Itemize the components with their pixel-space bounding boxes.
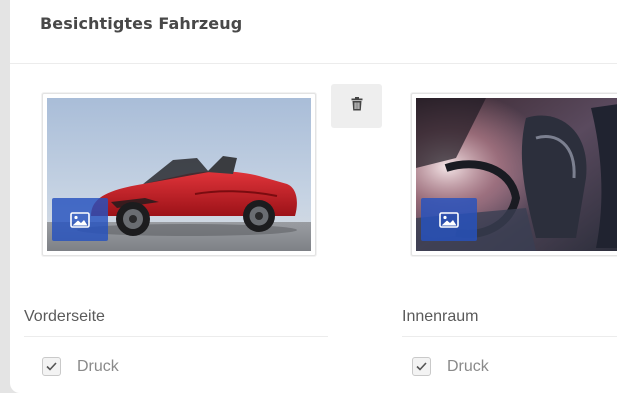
image-icon	[439, 211, 459, 228]
image-icon-button[interactable]	[52, 198, 108, 241]
divider	[24, 336, 328, 337]
print-label-interior: Druck	[447, 357, 489, 375]
print-label-front: Druck	[77, 357, 119, 375]
vehicle-panel: Besichtigtes Fahrzeug Vorderseite Innenr…	[10, 0, 617, 393]
section-title: Besichtigtes Fahrzeug	[40, 14, 243, 33]
print-checkbox-interior[interactable]	[412, 357, 431, 376]
divider	[402, 336, 617, 337]
print-option-front[interactable]: Druck	[42, 357, 119, 376]
image-icon-button[interactable]	[421, 198, 477, 241]
image-label-interior: Innenraum	[402, 308, 479, 325]
delete-image-button[interactable]	[331, 84, 382, 128]
image-icon	[70, 211, 90, 228]
trash-icon	[351, 96, 363, 116]
section-header: Besichtigtes Fahrzeug	[10, 0, 617, 64]
print-option-interior[interactable]: Druck	[412, 357, 489, 376]
interior-photo[interactable]	[416, 98, 617, 251]
front-photo[interactable]	[47, 98, 311, 251]
image-card-front[interactable]	[42, 93, 316, 256]
print-checkbox-front[interactable]	[42, 357, 61, 376]
image-card-interior[interactable]	[411, 93, 617, 256]
check-icon	[416, 358, 427, 376]
check-icon	[46, 358, 57, 376]
image-label-front: Vorderseite	[24, 308, 105, 325]
